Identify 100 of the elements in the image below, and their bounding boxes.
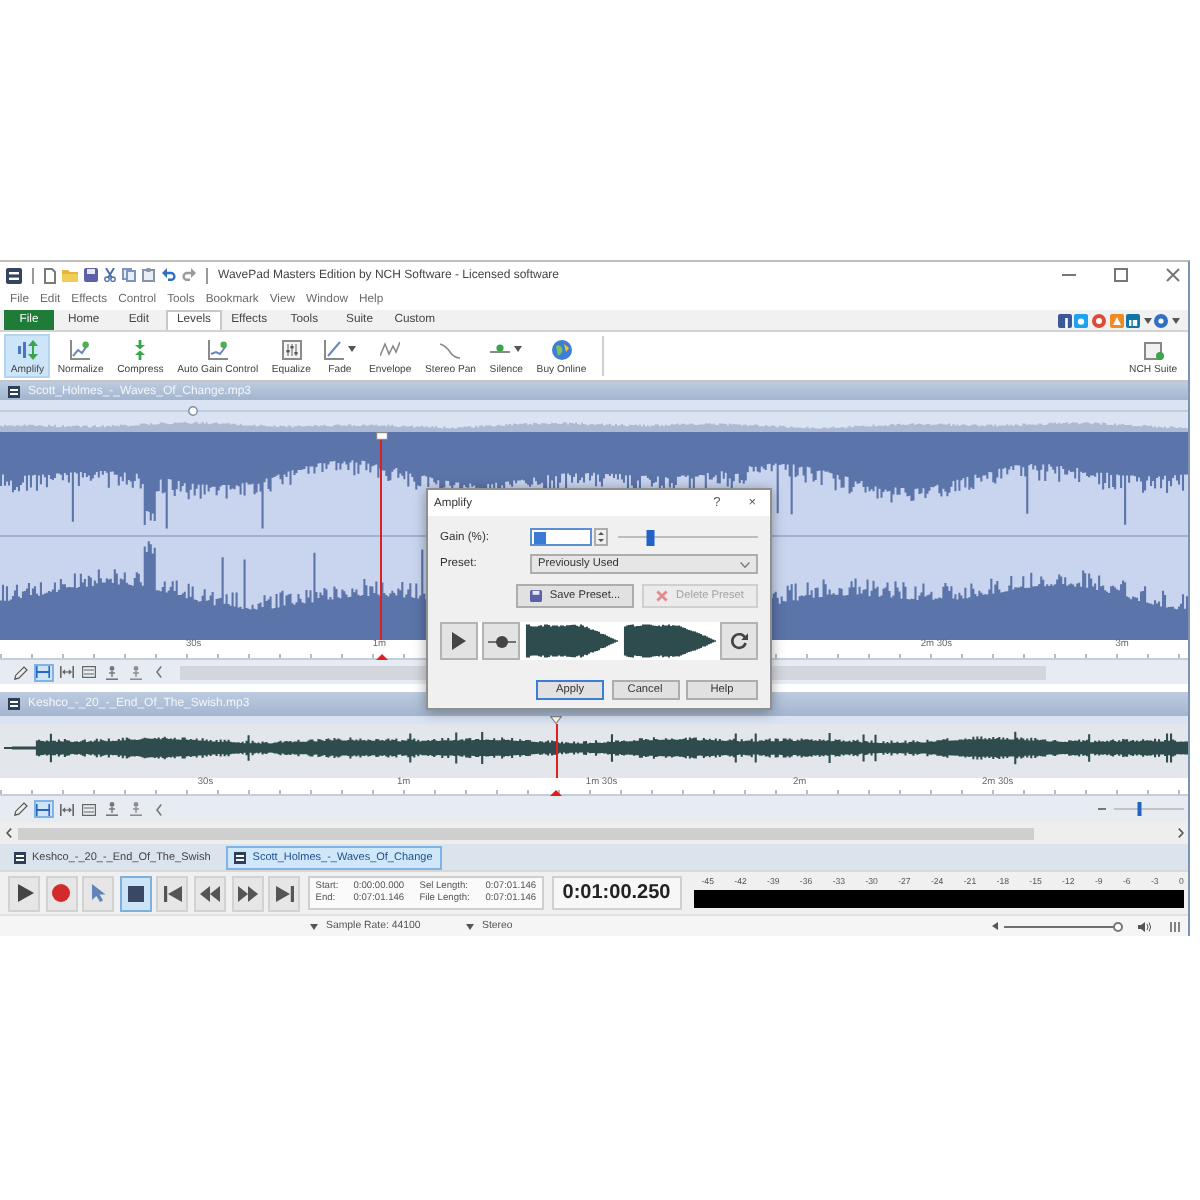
caret-icon[interactable] <box>466 923 474 929</box>
playhead-line[interactable] <box>555 724 558 778</box>
slider-knob-icon <box>487 635 515 647</box>
caret-icon[interactable] <box>347 346 356 352</box>
refresh-button[interactable] <box>720 622 758 660</box>
new-file-icon[interactable] <box>44 267 56 283</box>
chevron-down-icon <box>740 561 750 567</box>
stop-button[interactable] <box>119 875 152 911</box>
lines-button[interactable] <box>79 800 99 818</box>
horizontal-scrollbar[interactable] <box>0 822 1188 844</box>
volume-thumb[interactable] <box>1112 921 1123 931</box>
list-icon <box>8 698 20 710</box>
figure-icon <box>129 665 141 679</box>
lines-icon <box>82 666 96 678</box>
figure-button[interactable] <box>125 663 145 681</box>
paste-icon[interactable] <box>142 268 156 282</box>
pointer-icon <box>91 884 106 902</box>
fast-forward-icon <box>237 885 258 901</box>
help-icon[interactable] <box>1154 313 1169 327</box>
figure-button[interactable] <box>125 800 145 818</box>
track-overview[interactable] <box>0 400 1188 432</box>
gain-slider[interactable] <box>618 529 758 545</box>
zigzag-line-icon <box>380 339 401 359</box>
record-button[interactable] <box>45 875 78 911</box>
redo-icon[interactable] <box>182 268 196 282</box>
lines-icon <box>82 803 96 815</box>
figure-button[interactable] <box>102 663 122 681</box>
slider-thumb[interactable] <box>646 529 654 545</box>
skip-back-icon <box>163 885 182 901</box>
caret-icon[interactable] <box>513 346 522 352</box>
track-overview[interactable] <box>0 716 1188 724</box>
play-button[interactable] <box>8 875 40 911</box>
figure-icon <box>106 665 118 679</box>
curve-line-icon <box>440 339 461 359</box>
box-icon <box>1143 339 1164 359</box>
figure-icon <box>129 802 141 816</box>
caret-icon[interactable] <box>1172 317 1180 323</box>
chevron-left-icon <box>155 803 161 815</box>
chart-dot-icon <box>70 339 91 359</box>
expand-arrows-icon <box>59 666 73 678</box>
list-icon <box>14 852 26 864</box>
rewind-button[interactable] <box>193 875 226 911</box>
close-icon[interactable] <box>1166 268 1180 282</box>
volume-slider[interactable] <box>1004 921 1120 931</box>
chart-dot-icon <box>207 339 228 359</box>
copy-icon[interactable] <box>122 268 136 282</box>
playhead-handle-icon[interactable] <box>375 432 388 440</box>
caret-icon[interactable] <box>1143 317 1152 323</box>
time-display: 0:01:00.250 <box>551 876 682 910</box>
chevron-left-icon[interactable] <box>6 828 12 838</box>
expand-arrows-button[interactable] <box>56 800 76 818</box>
pencil-button[interactable] <box>10 663 30 681</box>
undo-icon[interactable] <box>162 268 176 282</box>
pointer-button[interactable] <box>82 875 115 911</box>
share-icon[interactable] <box>1074 313 1089 327</box>
share-icon[interactable] <box>1092 313 1107 327</box>
speaker-low-icon[interactable] <box>992 922 998 930</box>
share-icon[interactable] <box>1057 313 1072 327</box>
pencil-icon <box>13 665 27 679</box>
flat-line-icon <box>490 339 511 359</box>
lines-button[interactable] <box>79 663 99 681</box>
share-icon[interactable] <box>1126 313 1141 327</box>
spinner-icon[interactable] <box>594 528 608 546</box>
range-button[interactable] <box>33 800 53 818</box>
knob-button[interactable] <box>482 622 520 660</box>
line-chart-icon <box>324 339 345 359</box>
app-icon[interactable] <box>6 267 22 283</box>
play-icon <box>15 884 33 902</box>
play-button[interactable] <box>440 622 478 660</box>
bars-icon[interactable] <box>1170 921 1180 931</box>
figure-button[interactable] <box>102 800 122 818</box>
rewind-icon <box>199 885 220 901</box>
scissors-icon[interactable] <box>104 268 116 282</box>
save-icon[interactable] <box>84 268 98 282</box>
pencil-button[interactable] <box>10 800 30 818</box>
caret-icon[interactable] <box>310 923 318 929</box>
record-icon <box>52 884 71 902</box>
maximize-icon[interactable] <box>1114 268 1128 282</box>
expand-arrows-button[interactable] <box>56 663 76 681</box>
range-icon <box>36 666 50 678</box>
scrollbar-thumb[interactable] <box>18 827 1034 839</box>
skip-forward-button[interactable] <box>268 875 301 911</box>
range-icon <box>36 803 50 815</box>
skip-back-button[interactable] <box>156 875 189 911</box>
zoom-slider[interactable] <box>1114 802 1184 816</box>
gain-field[interactable] <box>530 528 592 546</box>
list-icon <box>234 852 247 864</box>
save-icon <box>529 590 542 602</box>
fast-forward-button[interactable] <box>231 875 264 911</box>
speaker-icon[interactable] <box>1138 921 1152 931</box>
level-arrows-icon <box>17 339 38 359</box>
skip-forward-icon <box>275 885 294 901</box>
globe-icon <box>551 339 572 359</box>
chevron-right-icon[interactable] <box>1178 828 1184 838</box>
position-handle-icon[interactable] <box>188 406 199 416</box>
slider-thumb[interactable] <box>1137 802 1143 816</box>
list-icon <box>8 385 20 397</box>
refresh-icon <box>730 632 748 650</box>
range-button[interactable] <box>33 663 53 681</box>
chevron-left-icon <box>155 666 161 678</box>
